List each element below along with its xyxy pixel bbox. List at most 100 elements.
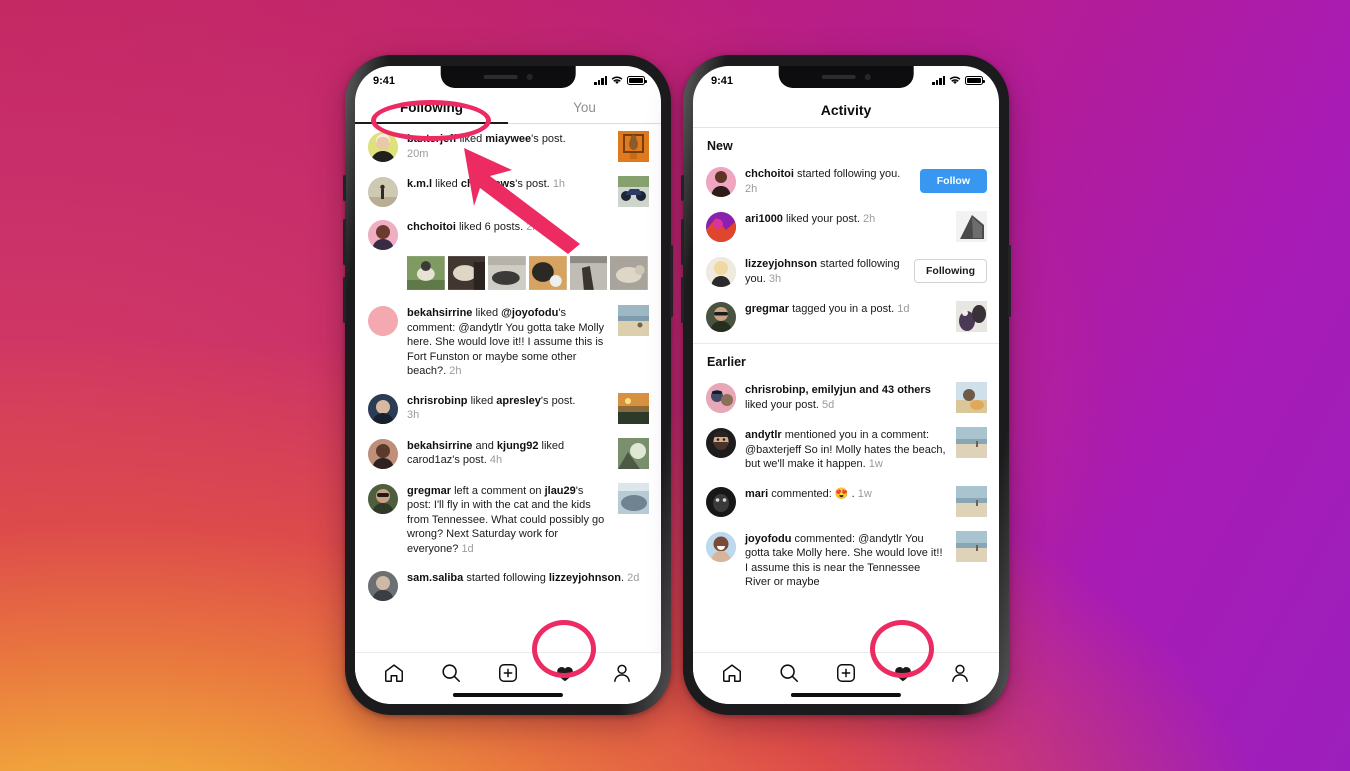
- list-item[interactable]: mari commented: 😍 . 1w: [693, 479, 999, 524]
- username[interactable]: lizzeyjohnson: [745, 258, 817, 270]
- phone-right: 9:41 Activity New chchoitoi started foll…: [681, 55, 1011, 715]
- post-thumbnail[interactable]: [956, 301, 987, 332]
- volume-down-button[interactable]: [343, 277, 346, 323]
- follow-button[interactable]: Follow: [919, 169, 987, 193]
- avatar: [368, 220, 398, 250]
- target-username[interactable]: miaywee: [485, 133, 531, 145]
- post-thumbnail[interactable]: [618, 482, 649, 514]
- search-icon[interactable]: [778, 662, 800, 684]
- post-thumbnail[interactable]: [956, 382, 987, 413]
- list-item-text: sam.saliba started following lizzeyjohns…: [407, 572, 640, 584]
- home-icon[interactable]: [721, 662, 743, 684]
- list-item-text: andytlr mentioned you in a comment: @bax…: [745, 429, 946, 470]
- post-thumbnail[interactable]: [569, 256, 608, 290]
- new-post-icon[interactable]: [835, 662, 857, 684]
- timestamp: 1d: [461, 542, 474, 555]
- status-time: 9:41: [373, 74, 396, 87]
- mute-switch[interactable]: [681, 175, 684, 201]
- username[interactable]: bekahsirrine: [407, 440, 472, 452]
- battery-full-icon: [965, 76, 985, 85]
- tab-following[interactable]: Following: [355, 92, 508, 123]
- list-item[interactable]: chrisrobinp liked apresley's post. 3h: [355, 386, 661, 431]
- profile-icon[interactable]: [949, 662, 971, 684]
- list-item[interactable]: gregmar left a comment on jlau29's post:…: [355, 476, 661, 564]
- list-item-text: chrisrobinp, emilyjun and 43 others like…: [745, 384, 931, 411]
- list-item[interactable]: chchoitoi started following you. 2h Foll…: [693, 159, 999, 204]
- volume-down-button[interactable]: [681, 277, 684, 323]
- post-thumbnail[interactable]: [618, 437, 649, 469]
- post-thumbnail[interactable]: [618, 176, 649, 207]
- list-item-text: chchoitoi liked 6 posts. 2h: [407, 221, 539, 233]
- username[interactable]: joyofodu: [745, 533, 791, 545]
- list-item[interactable]: bekahsirrine liked @joyofodu's comment: …: [355, 298, 661, 386]
- target-username[interactable]: lizzeyjohnson: [549, 572, 621, 584]
- list-item[interactable]: sam.saliba started following lizzeyjohns…: [355, 563, 661, 608]
- username[interactable]: chrisrobinp: [407, 395, 468, 407]
- post-thumbnail[interactable]: [618, 131, 649, 162]
- list-item[interactable]: chrisrobinp, emilyjun and 43 others like…: [693, 375, 999, 420]
- username[interactable]: k.m.l: [407, 178, 432, 190]
- username[interactable]: ari1000: [745, 213, 783, 225]
- list-item[interactable]: chchoitoi liked 6 posts. 2h: [355, 214, 661, 255]
- username[interactable]: chchoitoi: [407, 221, 456, 233]
- heart-icon[interactable]: [892, 662, 914, 684]
- following-button[interactable]: Following: [914, 259, 987, 283]
- home-indicator: [452, 693, 564, 697]
- target-username[interactable]: chrisdows: [461, 178, 515, 190]
- post-thumbnail[interactable]: [956, 211, 987, 242]
- username[interactable]: sam.saliba: [407, 572, 463, 584]
- post-thumbnail[interactable]: [956, 485, 987, 517]
- target-username[interactable]: kjung92: [497, 440, 539, 452]
- post-thumbnail[interactable]: [407, 256, 445, 290]
- username[interactable]: baxterjeff: [407, 133, 457, 145]
- target-username[interactable]: @joyofodu: [501, 307, 558, 319]
- volume-up-button[interactable]: [343, 219, 346, 265]
- target-username[interactable]: apresley: [496, 395, 541, 407]
- home-icon[interactable]: [383, 662, 405, 684]
- username[interactable]: andytlr: [745, 429, 782, 441]
- left-activity-feed[interactable]: baxterjeff liked miaywee's post. 20m k.m.…: [355, 124, 661, 652]
- username[interactable]: gregmar: [745, 303, 789, 315]
- list-item-text: lizzeyjohnson started following you. 3h: [745, 258, 900, 285]
- username[interactable]: gregmar: [407, 485, 451, 497]
- username[interactable]: bekahsirrine: [407, 307, 472, 319]
- username[interactable]: chrisrobinp, emilyjun: [745, 384, 856, 396]
- list-item[interactable]: baxterjeff liked miaywee's post. 20m: [355, 124, 661, 169]
- list-item[interactable]: joyofodu commented: @andytlr You gotta t…: [693, 524, 999, 597]
- list-item[interactable]: lizzeyjohnson started following you. 3h …: [693, 249, 999, 294]
- list-item[interactable]: ari1000 liked your post. 2h: [693, 204, 999, 249]
- post-thumbnail[interactable]: [956, 530, 987, 562]
- post-thumbnail[interactable]: [956, 427, 987, 458]
- right-activity-feed[interactable]: New chchoitoi started following you. 2h …: [693, 128, 999, 652]
- post-thumbnail[interactable]: [488, 256, 527, 290]
- list-item[interactable]: k.m.l liked chrisdows's post. 1h: [355, 169, 661, 214]
- right-screen: 9:41 Activity New chchoitoi started foll…: [693, 66, 999, 704]
- post-thumbnail[interactable]: [447, 256, 486, 290]
- power-button[interactable]: [670, 245, 673, 317]
- avatar: [706, 531, 736, 562]
- volume-up-button[interactable]: [681, 219, 684, 265]
- list-item[interactable]: bekahsirrine and kjung92 liked carod1az'…: [355, 431, 661, 476]
- post-thumbnail[interactable]: [610, 256, 649, 290]
- liked-posts-strip[interactable]: [355, 255, 661, 298]
- list-item[interactable]: andytlr mentioned you in a comment: @bax…: [693, 420, 999, 479]
- mute-switch[interactable]: [343, 175, 346, 201]
- list-item[interactable]: gregmar tagged you in a post. 1d: [693, 294, 999, 339]
- timestamp: 20m: [407, 147, 429, 160]
- power-button[interactable]: [1008, 245, 1011, 317]
- list-item-text: gregmar tagged you in a post. 1d: [745, 303, 910, 315]
- profile-icon[interactable]: [611, 662, 633, 684]
- avatar: [706, 383, 736, 413]
- new-post-icon[interactable]: [497, 662, 519, 684]
- heart-icon[interactable]: [554, 662, 576, 684]
- timestamp: 4h: [489, 454, 503, 466]
- username[interactable]: chchoitoi: [745, 168, 794, 180]
- search-icon[interactable]: [440, 662, 462, 684]
- post-thumbnail[interactable]: [529, 256, 567, 290]
- username[interactable]: mari: [745, 488, 768, 500]
- tab-you[interactable]: You: [508, 92, 661, 123]
- target-username[interactable]: jlau29: [545, 485, 576, 497]
- post-thumbnail[interactable]: [618, 305, 649, 336]
- post-thumbnail[interactable]: [618, 392, 649, 424]
- list-item-text: ari1000 liked your post. 2h: [745, 213, 876, 225]
